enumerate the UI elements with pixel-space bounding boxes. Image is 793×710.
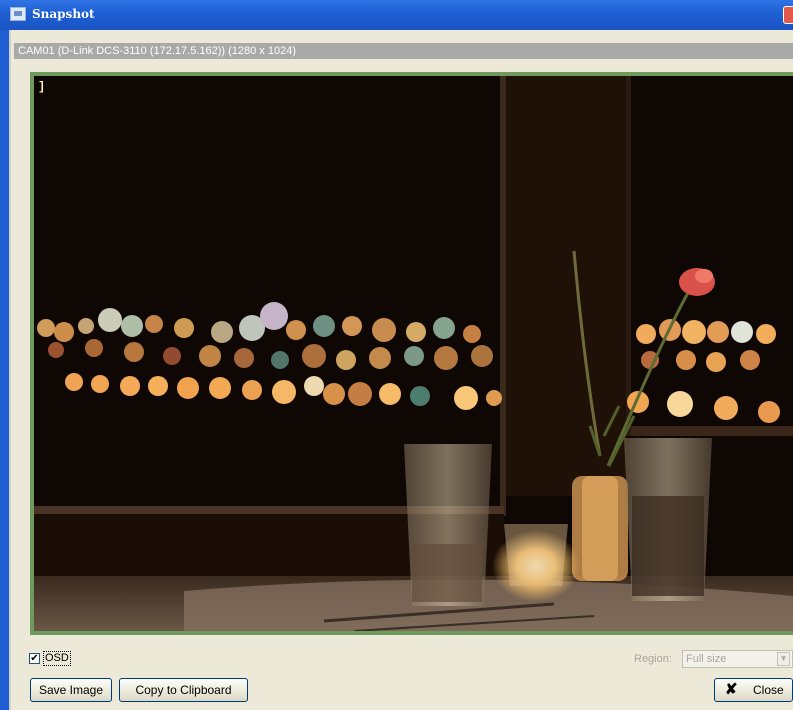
region-label: Region: — [634, 653, 672, 665]
camera-caption: CAM01 (D-Link DCS-3110 (172.17.5.162)) (… — [14, 43, 793, 59]
snapshot-image: ] — [30, 72, 793, 635]
osd-checkbox[interactable]: ✔ — [29, 653, 40, 664]
osd-label[interactable]: OSD — [43, 651, 71, 666]
copy-to-clipboard-button[interactable]: Copy to Clipboard — [119, 678, 248, 702]
window-frame — [0, 30, 9, 710]
snapshot-window-icon — [10, 7, 26, 21]
title-bar: Snapshot — [0, 0, 793, 30]
chevron-down-icon[interactable]: ▼ — [777, 652, 790, 666]
close-button-label: Close — [753, 683, 784, 697]
region-dropdown[interactable]: Full size ▼ — [682, 650, 793, 668]
osd-overlay-text: ] — [38, 80, 46, 94]
window-title: Snapshot — [32, 7, 95, 21]
close-icon: ✘ — [725, 681, 738, 698]
snapshot-photo — [34, 76, 793, 631]
window-close-icon[interactable] — [783, 6, 793, 24]
save-image-button[interactable]: Save Image — [30, 678, 112, 702]
window-frame-inner — [9, 30, 11, 710]
region-dropdown-value: Full size — [686, 653, 727, 665]
close-button[interactable]: ✘ Close — [714, 678, 793, 702]
